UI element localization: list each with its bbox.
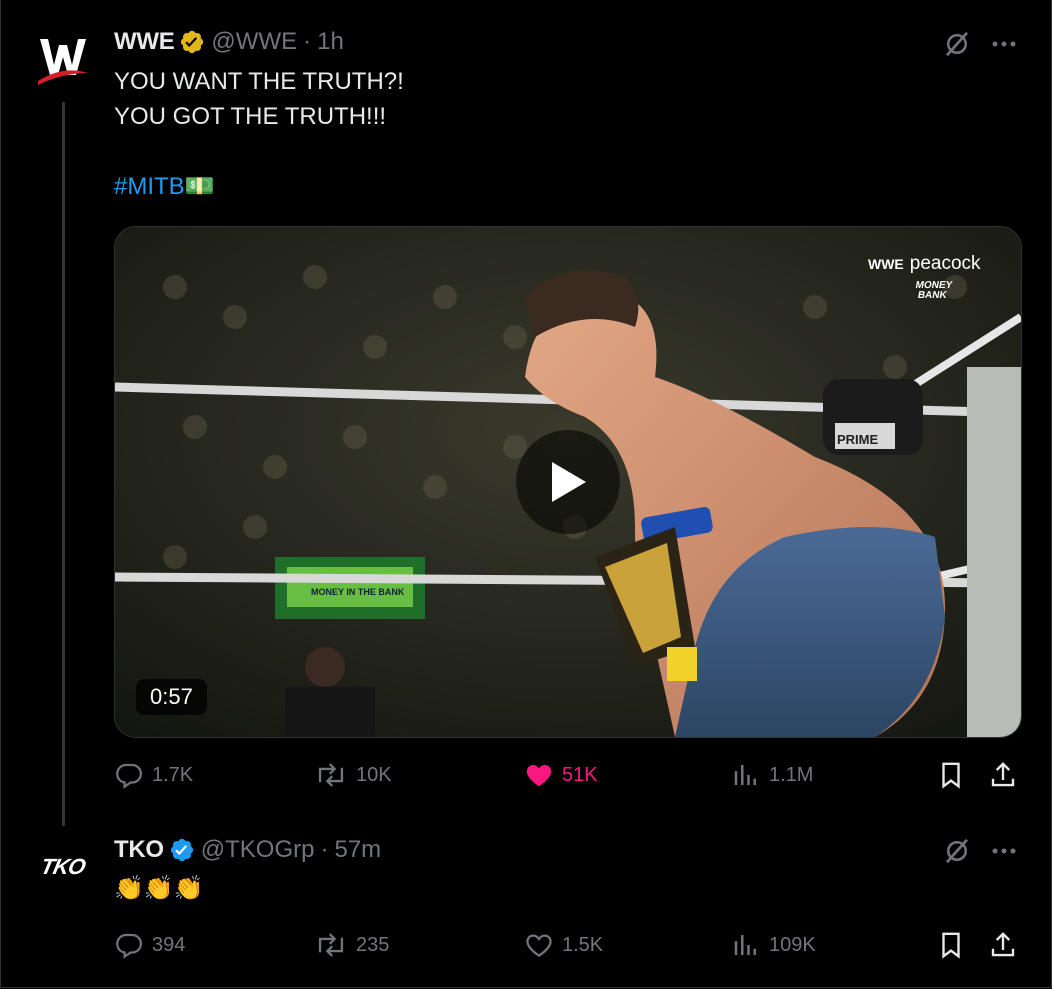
tweet-text-line: YOU WANT THE TRUTH?! xyxy=(114,68,404,95)
tweet-text-line: YOU GOT THE TRUTH!!! xyxy=(114,103,387,130)
separator-dot: · xyxy=(320,836,329,863)
like-count: 1.5K xyxy=(562,933,604,956)
tko-logo-icon: TKO xyxy=(38,854,88,879)
repost-count: 10K xyxy=(356,763,392,786)
reply-count: 1.7K xyxy=(152,763,194,786)
more-icon[interactable] xyxy=(988,837,1020,865)
grok-icon[interactable] xyxy=(941,835,973,867)
author-handle[interactable]: @WWE xyxy=(211,28,297,56)
more-icon[interactable] xyxy=(988,30,1020,58)
peacock-watermark: peacock xyxy=(909,253,981,274)
share-icon xyxy=(991,932,1015,957)
wwe-watermark-logo: WWE xyxy=(868,256,904,272)
money-emoji: 💵 xyxy=(184,173,215,200)
repost-count: 235 xyxy=(356,933,390,956)
reply-button[interactable]: 394 xyxy=(114,925,185,965)
tweet-time[interactable]: 1h xyxy=(317,28,344,56)
mitb-banner: MONEY IN THE BANK xyxy=(311,587,405,597)
grok-icon[interactable] xyxy=(941,28,973,60)
play-icon[interactable] xyxy=(516,430,620,534)
tweet-header: WWE @WWE · 1h xyxy=(114,28,344,56)
reply-icon xyxy=(116,763,143,789)
views-icon xyxy=(734,935,756,955)
bookmark-icon xyxy=(942,762,960,789)
verified-badge-icon xyxy=(179,29,205,55)
like-icon xyxy=(526,765,552,787)
views-button[interactable]: 1.1M xyxy=(731,755,813,795)
like-button[interactable]: 1.5K xyxy=(524,925,603,965)
repost-button[interactable]: 235 xyxy=(314,925,389,965)
share-button[interactable] xyxy=(988,755,1026,795)
repost-icon xyxy=(318,763,344,787)
author-handle[interactable]: @TKOGrp xyxy=(201,836,315,864)
reply-button[interactable]: 1.7K xyxy=(114,755,193,795)
views-count: 1.1M xyxy=(769,763,814,786)
avatar-wwe[interactable] xyxy=(29,26,97,94)
avatar-tko[interactable]: TKO xyxy=(29,833,97,901)
thread-line xyxy=(62,102,65,826)
separator-dot: · xyxy=(303,28,312,55)
reply-count: 394 xyxy=(152,933,186,956)
video-watermark: WWE peacock xyxy=(868,253,981,275)
tweet-header: TKO @TKOGrp · 57m xyxy=(114,836,381,864)
event-logo: MONEY BANK xyxy=(914,280,954,301)
author-name[interactable]: WWE xyxy=(114,28,175,56)
like-count: 51K xyxy=(562,763,598,786)
video-player[interactable]: WWE peacock MONEY BANK PRIME MONEY IN TH… xyxy=(114,226,1022,738)
tweet-time[interactable]: 57m xyxy=(334,836,381,864)
tweet-text: 👏👏👏 xyxy=(114,875,204,902)
tweet-actions: 394 235 1.5K 109K xyxy=(114,925,1024,965)
reply-icon xyxy=(116,933,143,959)
tweet-actions: 1.7K 10K 51K 1.1M xyxy=(114,755,1024,795)
like-icon xyxy=(526,934,552,957)
wwe-logo-icon xyxy=(32,29,94,91)
tweet-text: YOU WANT THE TRUTH?! YOU GOT THE TRUTH!!… xyxy=(114,64,404,204)
views-button[interactable]: 109K xyxy=(731,925,816,965)
repost-icon xyxy=(318,933,344,957)
bookmark-icon xyxy=(942,932,960,959)
views-count: 109K xyxy=(769,933,816,956)
author-name[interactable]: TKO xyxy=(114,836,164,864)
verified-badge-icon xyxy=(169,837,195,863)
share-icon xyxy=(991,762,1015,787)
like-button[interactable]: 51K xyxy=(524,755,598,795)
repost-button[interactable]: 10K xyxy=(314,755,392,795)
share-button[interactable] xyxy=(988,925,1026,965)
hashtag-link[interactable]: #MITB xyxy=(114,173,185,200)
bookmark-button[interactable] xyxy=(936,755,974,795)
prime-sign: PRIME xyxy=(837,432,879,447)
bookmark-button[interactable] xyxy=(936,925,974,965)
video-duration: 0:57 xyxy=(136,679,207,715)
views-icon xyxy=(734,765,756,785)
